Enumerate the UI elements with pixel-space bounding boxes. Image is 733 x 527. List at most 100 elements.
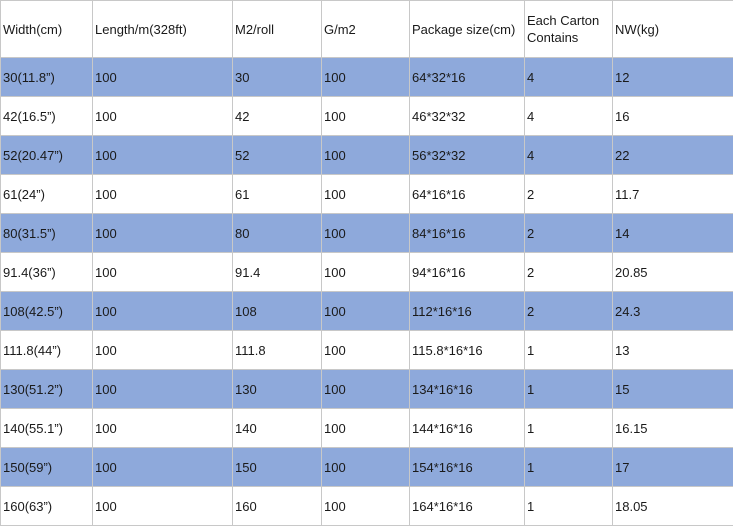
table-body: 30(11.8”) 100 30 100 64*32*16 4 12 42(16.5”) 100… (0, 57, 733, 526)
cell-width: 150(59”) (0, 447, 93, 487)
header-carton-contains: Each Carton Contains (524, 0, 613, 58)
cell-m2-per-roll: 80 (232, 213, 322, 253)
cell-net-weight: 12 (612, 57, 733, 97)
cell-m2-per-roll: 130 (232, 369, 322, 409)
header-g-per-m2: G/m2 (321, 0, 410, 58)
cell-m2-per-roll: 52 (232, 135, 322, 175)
table-row: 52(20.47”) 100 52 100 56*32*32 4 22 (0, 135, 733, 175)
cell-carton-contains: 4 (524, 135, 613, 175)
cell-length: 100 (92, 486, 233, 526)
cell-net-weight: 24.3 (612, 291, 733, 331)
table-row: 140(55.1”) 100 140 100 144*16*16 1 16.15 (0, 408, 733, 448)
cell-length: 100 (92, 135, 233, 175)
header-width: Width(cm) (0, 0, 93, 58)
table-header: Width(cm) Length/m(328ft) M2/roll G/m2 P… (0, 0, 733, 58)
cell-net-weight: 22 (612, 135, 733, 175)
cell-width: 52(20.47”) (0, 135, 93, 175)
cell-net-weight: 11.7 (612, 174, 733, 214)
cell-g-per-m2: 100 (321, 447, 410, 487)
cell-g-per-m2: 100 (321, 252, 410, 292)
cell-m2-per-roll: 42 (232, 96, 322, 136)
header-row: Width(cm) Length/m(328ft) M2/roll G/m2 P… (0, 0, 733, 58)
cell-package-size: 64*32*16 (409, 57, 525, 97)
table-row: 150(59”) 100 150 100 154*16*16 1 17 (0, 447, 733, 487)
cell-carton-contains: 2 (524, 174, 613, 214)
cell-length: 100 (92, 408, 233, 448)
cell-net-weight: 14 (612, 213, 733, 253)
cell-package-size: 134*16*16 (409, 369, 525, 409)
cell-g-per-m2: 100 (321, 330, 410, 370)
cell-carton-contains: 4 (524, 57, 613, 97)
cell-carton-contains: 1 (524, 369, 613, 409)
cell-net-weight: 17 (612, 447, 733, 487)
cell-carton-contains: 2 (524, 291, 613, 331)
cell-carton-contains: 2 (524, 213, 613, 253)
table-row: 160(63”) 100 160 100 164*16*16 1 18.05 (0, 486, 733, 526)
cell-length: 100 (92, 291, 233, 331)
cell-m2-per-roll: 150 (232, 447, 322, 487)
cell-package-size: 94*16*16 (409, 252, 525, 292)
cell-carton-contains: 4 (524, 96, 613, 136)
cell-width: 30(11.8”) (0, 57, 93, 97)
cell-width: 140(55.1”) (0, 408, 93, 448)
cell-g-per-m2: 100 (321, 408, 410, 448)
cell-carton-contains: 1 (524, 330, 613, 370)
cell-length: 100 (92, 330, 233, 370)
header-net-weight: NW(kg) (612, 0, 733, 58)
cell-g-per-m2: 100 (321, 96, 410, 136)
cell-net-weight: 20.85 (612, 252, 733, 292)
cell-width: 91.4(36”) (0, 252, 93, 292)
cell-g-per-m2: 100 (321, 174, 410, 214)
cell-package-size: 112*16*16 (409, 291, 525, 331)
cell-package-size: 46*32*32 (409, 96, 525, 136)
cell-length: 100 (92, 96, 233, 136)
cell-length: 100 (92, 369, 233, 409)
cell-carton-contains: 1 (524, 447, 613, 487)
cell-width: 108(42.5”) (0, 291, 93, 331)
cell-net-weight: 13 (612, 330, 733, 370)
cell-length: 100 (92, 213, 233, 253)
cell-g-per-m2: 100 (321, 213, 410, 253)
header-package-size: Package size(cm) (409, 0, 525, 58)
cell-g-per-m2: 100 (321, 57, 410, 97)
cell-length: 100 (92, 447, 233, 487)
cell-width: 130(51.2”) (0, 369, 93, 409)
cell-net-weight: 15 (612, 369, 733, 409)
header-m2-per-roll: M2/roll (232, 0, 322, 58)
cell-net-weight: 18.05 (612, 486, 733, 526)
cell-m2-per-roll: 30 (232, 57, 322, 97)
cell-package-size: 144*16*16 (409, 408, 525, 448)
cell-m2-per-roll: 108 (232, 291, 322, 331)
cell-package-size: 64*16*16 (409, 174, 525, 214)
cell-net-weight: 16.15 (612, 408, 733, 448)
cell-package-size: 56*32*32 (409, 135, 525, 175)
cell-g-per-m2: 100 (321, 486, 410, 526)
cell-m2-per-roll: 160 (232, 486, 322, 526)
table-row: 80(31.5”) 100 80 100 84*16*16 2 14 (0, 213, 733, 253)
cell-width: 61(24”) (0, 174, 93, 214)
header-length: Length/m(328ft) (92, 0, 233, 58)
table-row: 42(16.5”) 100 42 100 46*32*32 4 16 (0, 96, 733, 136)
cell-carton-contains: 1 (524, 408, 613, 448)
cell-g-per-m2: 100 (321, 291, 410, 331)
cell-g-per-m2: 100 (321, 135, 410, 175)
table-row: 108(42.5”) 100 108 100 112*16*16 2 24.3 (0, 291, 733, 331)
cell-carton-contains: 2 (524, 252, 613, 292)
table-row: 30(11.8”) 100 30 100 64*32*16 4 12 (0, 57, 733, 97)
cell-net-weight: 16 (612, 96, 733, 136)
cell-package-size: 154*16*16 (409, 447, 525, 487)
cell-package-size: 115.8*16*16 (409, 330, 525, 370)
cell-m2-per-roll: 91.4 (232, 252, 322, 292)
cell-g-per-m2: 100 (321, 369, 410, 409)
cell-m2-per-roll: 140 (232, 408, 322, 448)
cell-m2-per-roll: 111.8 (232, 330, 322, 370)
cell-package-size: 84*16*16 (409, 213, 525, 253)
table-row: 111.8(44”) 100 111.8 100 115.8*16*16 1 13 (0, 330, 733, 370)
cell-width: 42(16.5”) (0, 96, 93, 136)
cell-length: 100 (92, 57, 233, 97)
cell-length: 100 (92, 174, 233, 214)
cell-width: 111.8(44”) (0, 330, 93, 370)
cell-package-size: 164*16*16 (409, 486, 525, 526)
cell-length: 100 (92, 252, 233, 292)
cell-carton-contains: 1 (524, 486, 613, 526)
